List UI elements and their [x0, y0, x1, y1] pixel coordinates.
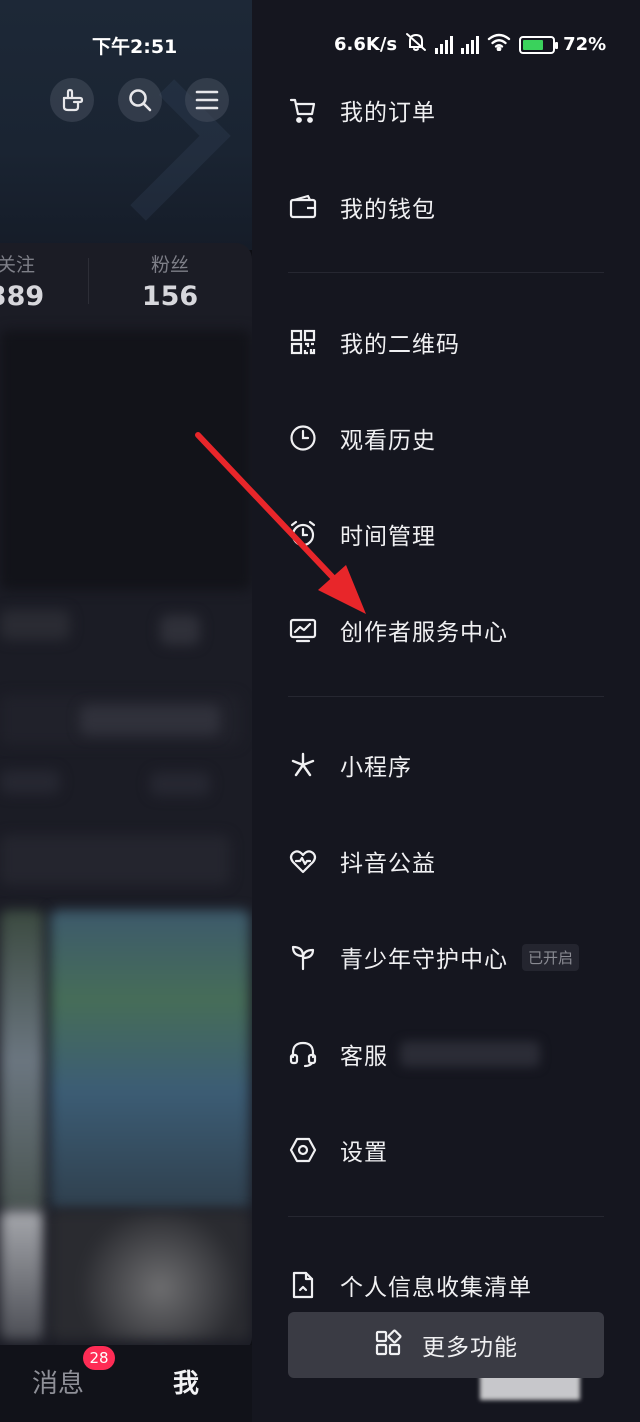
- menu-label: 个人信息收集清单: [340, 1275, 532, 1301]
- wifi-icon: [487, 33, 511, 56]
- blurred-content: [0, 835, 230, 885]
- menu-item-customer-service[interactable]: 客服: [288, 1024, 618, 1084]
- followers-count: 156: [141, 281, 199, 312]
- menu-item-personal-info-list[interactable]: 个人信息收集清单: [288, 1255, 618, 1315]
- blurred-content: [150, 772, 210, 796]
- video-thumbnail[interactable]: [50, 1210, 250, 1340]
- sprout-icon: [288, 942, 318, 972]
- menu-item-watch-history[interactable]: 观看历史: [288, 408, 618, 468]
- following-count: 389: [0, 281, 45, 312]
- following-stat[interactable]: 关注 389: [0, 250, 46, 312]
- blurred-content: [0, 330, 252, 590]
- menu-label: 设置: [340, 1140, 388, 1166]
- status-icons: 6.6K/s 72%: [334, 32, 606, 57]
- menu-label: 我的钱包: [340, 197, 436, 223]
- document-icon: [288, 1270, 318, 1300]
- qrcode-icon: [288, 327, 318, 357]
- menu-item-my-wallet[interactable]: 我的钱包: [288, 177, 618, 237]
- video-thumbnail[interactable]: [50, 910, 250, 1210]
- menu-label: 我的二维码: [340, 332, 460, 358]
- creator-chart-icon: [288, 615, 318, 645]
- blurred-content: [160, 615, 200, 645]
- grid-icon: [374, 1329, 402, 1361]
- menu-item-settings[interactable]: 设置: [288, 1120, 618, 1180]
- mini-program-icon: [288, 750, 318, 780]
- menu-label: 青少年守护中心: [340, 947, 508, 973]
- clock-icon: [288, 423, 318, 453]
- cart-icon: [288, 95, 318, 125]
- settings-hexagon-icon: [288, 1135, 318, 1165]
- visit-hand-icon[interactable]: [50, 78, 94, 122]
- menu-item-my-orders[interactable]: 我的订单: [288, 80, 618, 140]
- nav-messages[interactable]: 消息: [32, 1363, 84, 1400]
- battery-percent: 72%: [563, 34, 607, 55]
- wallet-icon: [288, 192, 318, 222]
- menu-divider: [288, 272, 604, 273]
- mute-icon: [405, 32, 427, 57]
- status-time: 下午2:51: [92, 36, 178, 58]
- blurred-content: [80, 705, 220, 735]
- stat-divider: [88, 258, 89, 304]
- profile-page-background: 关注 389 粉丝 156 消息 28 我: [0, 0, 252, 1422]
- search-icon[interactable]: [118, 78, 162, 122]
- menu-item-my-qrcode[interactable]: 我的二维码: [288, 312, 618, 372]
- menu-label: 创作者服务中心: [340, 620, 508, 646]
- nav-me[interactable]: 我: [173, 1363, 199, 1400]
- menu-item-mini-programs[interactable]: 小程序: [288, 735, 618, 795]
- menu-item-time-management[interactable]: 时间管理: [288, 504, 618, 564]
- alarm-icon: [288, 519, 318, 549]
- network-speed: 6.6K/s: [334, 34, 398, 55]
- video-thumbnail[interactable]: [0, 910, 44, 1210]
- signal-1-icon: [435, 35, 454, 54]
- menu-item-youth-protection[interactable]: 青少年守护中心 已开启: [288, 927, 618, 987]
- menu-item-creator-center[interactable]: 创作者服务中心: [288, 600, 618, 660]
- headset-icon: [288, 1039, 318, 1069]
- menu-label: 时间管理: [340, 524, 436, 550]
- battery-icon: [519, 35, 559, 54]
- menu-label: 我的订单: [340, 100, 436, 126]
- menu-divider: [288, 696, 604, 697]
- heart-icon: [288, 846, 318, 876]
- messages-badge: 28: [83, 1346, 115, 1370]
- menu-label: 抖音公益: [340, 851, 436, 877]
- blurred-content: [0, 770, 60, 794]
- menu-hamburger-icon[interactable]: [185, 78, 229, 122]
- menu-divider: [288, 1216, 604, 1217]
- menu-label: 观看历史: [340, 428, 436, 454]
- blurred-content: [0, 610, 70, 640]
- menu-item-charity[interactable]: 抖音公益: [288, 831, 618, 891]
- following-label: 关注: [0, 254, 35, 276]
- followers-stat[interactable]: 粉丝 156: [140, 250, 200, 312]
- signal-2-icon: [461, 35, 480, 54]
- blurred-service-info: [400, 1041, 540, 1067]
- enabled-tag: 已开启: [522, 943, 580, 971]
- more-features-label: 更多功能: [422, 1335, 518, 1361]
- more-features-button[interactable]: 更多功能: [288, 1312, 604, 1378]
- followers-label: 粉丝: [150, 254, 189, 276]
- menu-label: 客服: [340, 1044, 388, 1070]
- video-thumbnail[interactable]: [0, 1210, 44, 1340]
- menu-label: 小程序: [340, 755, 412, 781]
